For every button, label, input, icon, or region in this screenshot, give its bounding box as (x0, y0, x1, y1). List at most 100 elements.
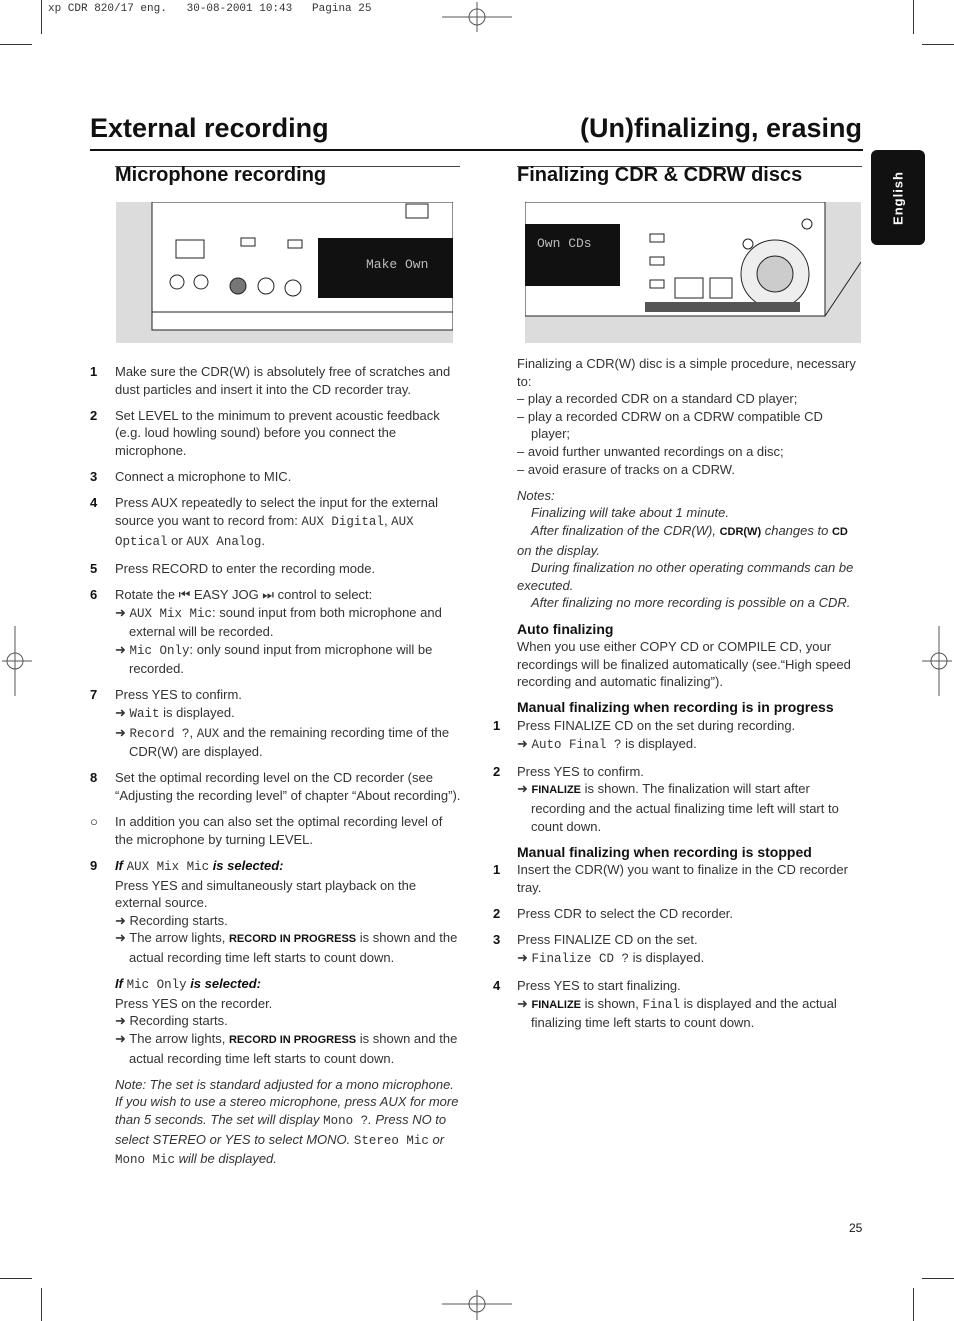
finalizing-illustration: Own CDs (525, 202, 861, 343)
step-left-7: 8 Set the optimal recording level on the … (90, 769, 462, 804)
text-segment: ➜ (115, 724, 130, 740)
crop-mark (41, 0, 42, 34)
step-left-0: 1 Make sure the CDR(W) is absolutely free… (90, 363, 462, 398)
crop-mark (922, 44, 954, 45)
paragraph: Rotate the ⏮ EASY JOG ⏭ control to selec… (115, 586, 462, 604)
paragraph: When you use either COPY CD or COMPILE C… (517, 638, 863, 691)
text-segment: ➜ (115, 641, 130, 657)
paragraph: Note: The set is standard adjusted for a… (115, 1076, 462, 1170)
text-segment: on the display. (517, 542, 600, 558)
section-title-right: Finalizing CDR & CDRW discs (517, 164, 803, 186)
text-segment: Press FINALIZE CD on the set. (517, 932, 698, 948)
text-segment: Press YES and simultaneously start playb… (115, 877, 417, 911)
registration-mark (2, 626, 32, 696)
text-segment: Make sure the CDR(W) is absolutely free … (115, 364, 451, 397)
text-segment: is displayed. (621, 735, 697, 751)
left-column: 1 Make sure the CDR(W) is absolutely free… (90, 363, 462, 1178)
paragraph: Press YES to start finalizing. (517, 977, 863, 995)
display-text: AUX Mix Mic (129, 606, 213, 621)
text-segment: Manual finalizing when recording is in p… (517, 699, 834, 716)
step-number: 3 (90, 469, 98, 485)
text-segment: Press YES to confirm. (517, 763, 644, 779)
paragraph: Manual finalizing when recording is stop… (517, 844, 863, 862)
step-number: 3 (493, 932, 501, 948)
text-block: Note: The set is standard adjusted for a… (90, 1076, 462, 1170)
text-segment: Press RECORD to enter the recording mode… (115, 560, 376, 576)
text-segment: Set the optimal recording level on the C… (115, 770, 461, 804)
text-segment: ➜ Recording starts. (115, 912, 228, 928)
paragraph: Connect a microphone to MIC. (115, 468, 462, 486)
step-number: 6 (90, 586, 98, 602)
crop-mark (913, 1288, 914, 1321)
step-number: ○ (90, 814, 98, 830)
step-number: 2 (493, 906, 501, 922)
paragraph: Press FINALIZE CD on the set during reco… (517, 717, 863, 735)
result-line: ➜ Recording starts. (115, 1012, 462, 1030)
step-left-6: 7 Press YES to confirm. ➜ Wait is displaye… (90, 686, 462, 760)
text-segment: is displayed. (629, 949, 705, 965)
step-number: 1 (493, 862, 501, 878)
text-segment: ➜ (517, 735, 532, 751)
display-text: AUX Digital (301, 514, 384, 529)
display-text: AUX (196, 726, 220, 741)
registration-mark (442, 2, 512, 32)
text-segment: Auto finalizing (517, 620, 614, 637)
step-number: 2 (90, 407, 98, 423)
step-number: 5 (90, 560, 98, 576)
text-segment: ➜ The arrow lights, (115, 930, 229, 946)
text-segment: Finalizing will take about 1 minute. (531, 505, 729, 521)
paragraph: In addition you can also set the optimal… (115, 813, 462, 848)
result-line: – avoid further unwanted recordings on a… (517, 443, 863, 461)
text-segment: – play a recorded CDRW on a CDRW compati… (517, 408, 823, 442)
crop-mark (41, 1288, 42, 1321)
step-left-5: 6 Rotate the ⏮ EASY JOG ⏭ control to sele… (90, 586, 462, 678)
paragraph: Press YES on the recorder. (115, 995, 462, 1013)
paragraph: After finalizing no more recording is po… (517, 594, 863, 612)
result-line: ➜ Finalize CD ? is displayed. (517, 949, 863, 969)
text-segment: CDR(W) (719, 525, 762, 538)
result-line: ➜ Mic Only: only sound input from microp… (115, 641, 462, 678)
step-right-5: 2 Press YES to confirm. ➜ FINALIZE is show… (493, 763, 863, 835)
text-segment: . (261, 532, 265, 548)
text-segment: ➜ (115, 705, 130, 721)
step-number: 1 (493, 718, 501, 734)
paragraph: Press AUX repeatedly to select the input… (115, 494, 462, 551)
text-segment: – avoid further unwanted recordings on a… (517, 443, 784, 459)
text-segment: ➜ (517, 949, 532, 965)
step-right-9: 3 Press FINALIZE CD on the set. ➜ Finalize… (493, 931, 863, 968)
result-line: ➜ AUX Mix Mic: sound input from both mic… (115, 604, 462, 641)
text-segment: Finalizing a CDR(W) disc is a simple pro… (517, 356, 856, 389)
paragraph: Insert the CDR(W) you want to finalize i… (517, 861, 863, 896)
step-number: 1 (90, 364, 98, 379)
display-text: Record ? (129, 726, 190, 741)
text-segment: is selected: (209, 858, 284, 873)
result-line: ➜ Auto Final ? is displayed. (517, 735, 863, 755)
paragraph: If AUX Mix Mic is selected: (115, 857, 462, 877)
text-segment: – play a recorded CDR on a standard CD p… (517, 391, 798, 407)
step-left-2: 3 Connect a microphone to MIC. (90, 468, 462, 486)
text-segment: In addition you can also set the optimal… (115, 814, 443, 847)
text-block: Auto finalizing When you use either COPY … (493, 621, 863, 691)
result-line: ➜ The arrow lights, RECORD IN PROGRESS i… (115, 929, 462, 966)
crop-mark (0, 1278, 32, 1279)
text-segment: ➜ (115, 604, 130, 620)
text-segment: During finalization no other operating c… (517, 560, 854, 593)
text-segment: Set LEVEL to the minimum to prevent acou… (115, 407, 440, 458)
paragraph: Press RECORD to enter the recording mode… (115, 560, 462, 578)
text-segment: If (115, 858, 127, 873)
paragraph: Make sure the CDR(W) is absolutely free … (115, 363, 462, 398)
display-text: AUX Mix Mic (126, 860, 210, 874)
paragraph: Manual finalizing when recording is in p… (517, 699, 863, 717)
text-block: Finalizing a CDR(W) disc is a simple pro… (493, 355, 863, 478)
display-text: Own CDs (537, 236, 592, 251)
paragraph: Press YES and simultaneously start playb… (115, 877, 462, 912)
crop-mark (913, 0, 914, 34)
text-segment: After finalization of the CDR(W), (531, 522, 720, 538)
result-line: ➜ Record ?, AUX and the remaining record… (115, 724, 462, 761)
text-segment: After finalizing no more recording is po… (531, 595, 851, 611)
text-segment: ➜ The arrow lights, (115, 1030, 229, 1046)
page-number: 25 (849, 1221, 863, 1235)
paragraph: If Mic Only is selected: (115, 975, 462, 995)
text-segment: Rotate the ⏮ EASY JOG ⏭ control to selec… (115, 586, 373, 602)
text-segment: ➜ Recording starts. (115, 1013, 228, 1029)
